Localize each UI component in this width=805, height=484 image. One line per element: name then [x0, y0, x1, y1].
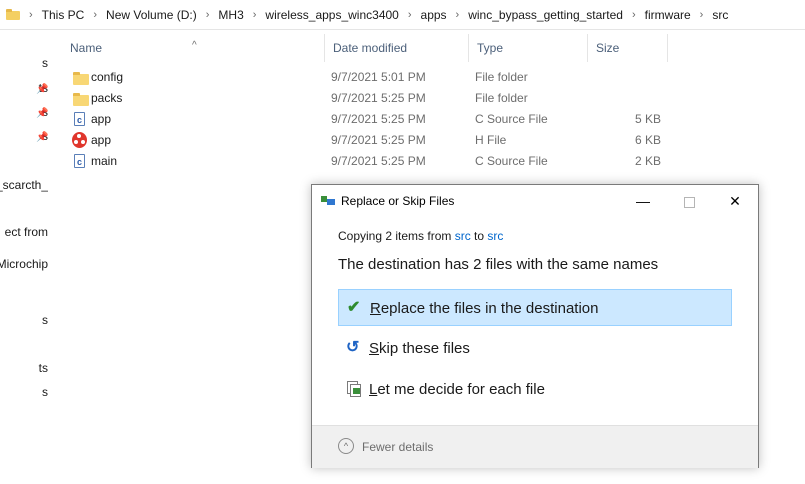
- file-size: [594, 67, 661, 88]
- copying-status: Copying 2 items from src to src: [338, 229, 504, 243]
- chevron-right-icon: ›: [455, 8, 460, 21]
- chevron-right-icon: ›: [252, 8, 257, 21]
- breadcrumb-mh3[interactable]: MH3: [218, 8, 243, 22]
- folder-icon: [73, 72, 89, 85]
- column-header-name[interactable]: Name ^: [62, 34, 328, 62]
- breadcrumb-apps[interactable]: apps: [421, 8, 447, 22]
- checkmark-icon: ✔: [347, 299, 361, 316]
- dialog-title-bar[interactable]: Replace or Skip Files — ✕: [312, 185, 758, 217]
- minimize-button[interactable]: —: [620, 185, 666, 217]
- file-date: 9/7/2021 5:25 PM: [331, 154, 426, 168]
- skip-files-option[interactable]: ↺ Skip these files: [338, 330, 732, 367]
- copy-transfer-icon: [321, 196, 335, 206]
- breadcrumb-winc-bypass[interactable]: winc_bypass_getting_started: [468, 8, 623, 22]
- sort-ascending-icon: ^: [192, 40, 197, 51]
- c-source-file-icon: c: [74, 112, 85, 126]
- h-file-icon: [72, 132, 87, 148]
- folder-icon: [6, 9, 20, 20]
- pin-icon: 📌: [36, 108, 49, 119]
- file-type: File folder: [475, 91, 528, 105]
- file-type: C Source File: [475, 112, 548, 126]
- decide-option-label: Let me decide for each file: [369, 381, 545, 398]
- source-folder-link[interactable]: src: [455, 229, 471, 243]
- file-name: main: [91, 154, 118, 168]
- file-type: File folder: [475, 70, 528, 84]
- file-row[interactable]: c main 9/7/2021 5:25 PM C Source File 2 …: [58, 151, 678, 172]
- compare-files-icon: [347, 381, 361, 397]
- breadcrumb-firmware[interactable]: firmware: [645, 8, 691, 22]
- file-date: 9/7/2021 5:25 PM: [331, 133, 426, 147]
- file-name: app: [91, 112, 112, 126]
- file-type: H File: [475, 133, 507, 147]
- chevron-right-icon: ›: [699, 8, 704, 21]
- file-row[interactable]: config 9/7/2021 5:01 PM File folder: [58, 67, 678, 88]
- file-date: 9/7/2021 5:01 PM: [331, 70, 426, 84]
- dialog-footer: ^ Fewer details: [312, 425, 758, 468]
- destination-folder-link[interactable]: src: [487, 229, 503, 243]
- column-header-type[interactable]: Type: [468, 34, 588, 62]
- chevron-right-icon: ›: [631, 8, 636, 21]
- file-date: 9/7/2021 5:25 PM: [331, 91, 426, 105]
- maximize-button[interactable]: [666, 185, 712, 217]
- decide-each-file-option[interactable]: Let me decide for each file: [338, 371, 732, 408]
- skip-arrow-icon: ↺: [346, 339, 360, 356]
- file-size: 6 KB: [634, 133, 661, 147]
- chevron-up-icon[interactable]: ^: [338, 438, 354, 454]
- dialog-title: Replace or Skip Files: [341, 194, 455, 208]
- column-header-size[interactable]: Size: [587, 34, 667, 62]
- file-size: 5 KB: [634, 112, 661, 126]
- file-row[interactable]: app 9/7/2021 5:25 PM H File 6 KB: [58, 130, 678, 151]
- file-name: config: [91, 70, 124, 84]
- navigation-pane: s ts📌 s📌 s📌 t_scarcth_ ect from Microchi…: [0, 56, 49, 399]
- close-button[interactable]: ✕: [712, 185, 758, 217]
- file-row[interactable]: packs 9/7/2021 5:25 PM File folder: [58, 88, 678, 109]
- file-name: packs: [91, 91, 123, 105]
- column-headers: Name ^ Date modified Type Size: [58, 34, 805, 62]
- file-name: app: [91, 133, 112, 147]
- chevron-right-icon: ›: [29, 8, 33, 21]
- address-bar[interactable]: › This PC › New Volume (D:) › MH3 › wire…: [0, 0, 805, 30]
- file-date: 9/7/2021 5:25 PM: [331, 112, 426, 126]
- file-row[interactable]: c app 9/7/2021 5:25 PM C Source File 5 K…: [58, 109, 678, 130]
- breadcrumb-wireless-apps[interactable]: wireless_apps_winc3400: [265, 8, 398, 22]
- skip-option-label: Skip these files: [369, 340, 470, 357]
- chevron-right-icon: ›: [205, 8, 210, 21]
- maximize-icon: [683, 196, 695, 208]
- column-divider: [667, 34, 677, 62]
- chevron-right-icon: ›: [407, 8, 412, 21]
- pin-icon: 📌: [36, 132, 49, 143]
- replace-files-option[interactable]: ✔ Replace the files in the destination: [338, 289, 732, 326]
- file-size: [594, 88, 661, 109]
- pin-icon: 📌: [36, 84, 49, 95]
- replace-option-label: Replace the files in the destination: [370, 300, 599, 317]
- folder-icon: [73, 93, 89, 106]
- breadcrumb-src[interactable]: src: [712, 8, 728, 22]
- file-size: 2 KB: [634, 154, 661, 168]
- c-source-file-icon: c: [74, 154, 85, 168]
- breadcrumb-new-volume[interactable]: New Volume (D:): [106, 8, 197, 22]
- breadcrumb-this-pc[interactable]: This PC: [42, 8, 85, 22]
- file-type: C Source File: [475, 154, 548, 168]
- fewer-details-toggle[interactable]: Fewer details: [362, 426, 433, 468]
- replace-or-skip-dialog: Replace or Skip Files — ✕ Copying 2 item…: [311, 184, 759, 468]
- column-header-date[interactable]: Date modified: [324, 34, 468, 62]
- conflict-headline: The destination has 2 files with the sam…: [338, 256, 659, 273]
- chevron-right-icon: ›: [93, 8, 98, 21]
